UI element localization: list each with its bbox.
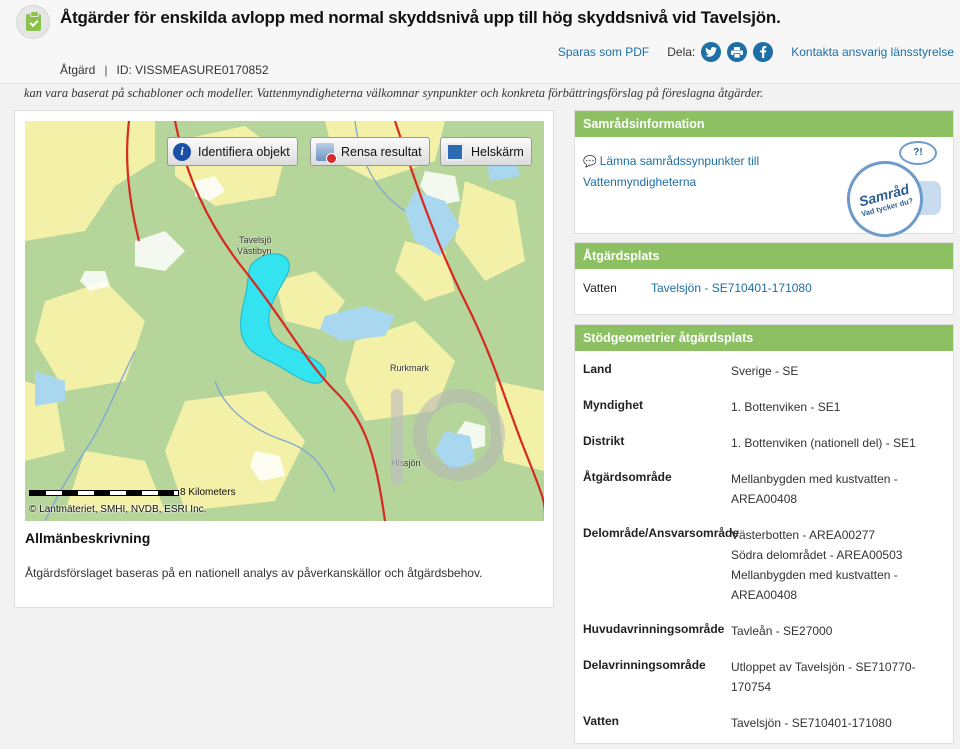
consultation-link[interactable]: 💬 Lämna samrådssynpunkter till Vattenmynd… <box>583 151 803 192</box>
geometry-value-line: AREA00408 <box>731 588 798 602</box>
location-box: Åtgärdsplats Vatten Tavelsjön - SE710401… <box>574 242 954 315</box>
description-title: Allmänbeskrivning <box>25 530 151 546</box>
identify-objects-button[interactable]: i Identifiera objekt <box>167 137 298 166</box>
geometry-value-link[interactable]: Tavelsjön - SE710401-171080 <box>731 713 931 733</box>
clear-results-button[interactable]: Rensa resultat <box>310 137 430 166</box>
geometry-key: Åtgärdsområde <box>583 470 672 484</box>
geometry-value-line: 1. Bottenviken - SE1 <box>731 400 841 414</box>
map-panel: i Identifiera objekt Rensa resultat Hels… <box>14 110 554 608</box>
map-copyright: © Lantmäteriet, SMHI, NVDB, ESRI Inc. <box>29 504 207 515</box>
print-icon[interactable] <box>727 42 748 62</box>
consultation-body: 💬 Lämna samrådssynpunkter till Vattenmynd… <box>575 137 953 246</box>
scale-bar <box>29 490 179 496</box>
geometry-key: Myndighet <box>583 398 643 412</box>
geometry-value-line: AREA00408 <box>731 492 798 506</box>
location-water-link[interactable]: Tavelsjön - SE710401-171080 <box>651 281 812 295</box>
fullscreen-button[interactable]: Helskärm <box>440 137 532 166</box>
intro-text: kan vara baserat på schabloner och model… <box>24 86 764 100</box>
geometry-value-line: Sverige - SE <box>731 364 799 378</box>
identify-objects-label: Identifiera objekt <box>198 144 290 159</box>
geometry-value: Tavleån - SE27000 <box>731 621 931 641</box>
geometry-row-sub-catchment: Delavrinningsområde Utloppet av Tavelsjö… <box>575 657 953 713</box>
zoom-slider[interactable] <box>391 389 403 485</box>
facebook-share-icon[interactable] <box>753 42 774 62</box>
geometry-value: Utloppet av Tavelsjön - SE710770- 170754 <box>731 657 931 697</box>
contact-county-board-link[interactable]: Kontakta ansvarig länsstyrelse <box>791 45 954 59</box>
place-label-tavelsjo: Tavelsjö <box>239 235 272 245</box>
geometry-row-measure-area: Åtgärdsområde Mellanbygden med kustvatte… <box>575 469 953 525</box>
geometry-row-district: Distrikt 1. Bottenviken (nationell del) … <box>575 433 953 469</box>
type-label: Åtgärd <box>60 63 96 77</box>
save-pdf-link[interactable]: Sparas som PDF <box>558 45 649 59</box>
geometry-row-subarea: Delområde/Ansvarsområde Västerbotten - A… <box>575 525 953 621</box>
geometry-header: Stödgeometrier åtgärdsplats <box>575 325 953 351</box>
exclamation-speech-icon: ?! <box>899 141 937 165</box>
geometry-value-line: 170754 <box>731 680 772 694</box>
consultation-link-label: Lämna samrådssynpunkter till Vattenmyndi… <box>583 154 760 189</box>
geometry-value-line: Tavleån - SE27000 <box>731 624 833 638</box>
info-icon: i <box>173 142 191 161</box>
geometry-value-line: Mellanbygden med kustvatten - <box>731 568 898 582</box>
speech-bubble-icon: 💬 <box>583 156 597 168</box>
geometry-value: Västerbotten - AREA00277 Södra delområdet… <box>731 525 931 605</box>
page-title: Åtgärder för enskilda avlopp med normal … <box>60 8 781 27</box>
geometry-key: Vatten <box>583 714 620 728</box>
geometry-key: Land <box>583 362 612 376</box>
geometry-key: Delområde/Ansvarsområde <box>583 526 740 540</box>
geometry-value: 1. Bottenviken - SE1 <box>731 397 931 417</box>
geometry-key: Distrikt <box>583 434 625 448</box>
fullscreen-label: Helskärm <box>471 144 524 159</box>
measure-meta: Åtgärd | ID: VISSMEASURE0170852 <box>60 63 269 77</box>
geometry-box: Stödgeometrier åtgärdsplats Land Sverige… <box>574 324 954 744</box>
measure-id: ID: VISSMEASURE0170852 <box>116 63 269 77</box>
geometry-value-line: Utloppet av Tavelsjön - SE710770- <box>731 660 916 674</box>
consultation-header: Samrådsinformation <box>575 111 953 137</box>
geometry-row-authority: Myndighet 1. Bottenviken - SE1 <box>575 397 953 433</box>
clear-results-icon <box>316 142 337 164</box>
geometry-value-line: Tavelsjön - SE710401-171080 <box>731 716 892 730</box>
geometry-row-main-catchment: Huvudavrinningsområde Tavleån - SE27000 <box>575 621 953 657</box>
share-label: Dela: <box>667 45 696 59</box>
clear-results-label: Rensa resultat <box>341 144 422 159</box>
fullscreen-icon <box>446 142 464 161</box>
measure-clipboard-icon <box>16 5 50 39</box>
map-view[interactable]: i Identifiera objekt Rensa resultat Hels… <box>25 121 544 521</box>
geometry-value-line: Mellanbygden med kustvatten - <box>731 472 898 486</box>
samrad-badge: Samråd Vad tycker du? <box>838 152 932 246</box>
location-header: Åtgärdsplats <box>575 243 953 269</box>
location-row: Vatten Tavelsjön - SE710401-171080 <box>575 269 953 312</box>
consultation-box: Samrådsinformation 💬 Lämna samrådssynpunk… <box>574 110 954 246</box>
place-label-vastibyn: Västibyn <box>237 246 272 256</box>
geometry-value: Sverige - SE <box>731 361 931 381</box>
geometry-row-land: Land Sverige - SE <box>575 361 953 397</box>
geometry-value-line: Västerbotten - AREA00277 <box>731 528 876 542</box>
geometry-row-water: Vatten Tavelsjön - SE710401-171080 <box>575 713 953 749</box>
meta-separator: | <box>104 63 108 77</box>
geometry-value: 1. Bottenviken (nationell del) - SE1 <box>731 433 931 453</box>
geometry-key: Delavrinningsområde <box>583 658 706 672</box>
page-header: Åtgärder för enskilda avlopp med normal … <box>0 0 960 84</box>
place-label-rurkmark: Rurkmark <box>390 363 430 373</box>
twitter-share-icon[interactable] <box>701 42 722 62</box>
geometry-value-line: 1. Bottenviken (nationell del) - SE1 <box>731 436 916 450</box>
pan-navigation-ring[interactable] <box>413 389 505 481</box>
location-key: Vatten <box>583 281 617 295</box>
geometry-key: Huvudavrinningsområde <box>583 622 725 636</box>
scale-label: 8 Kilometers <box>180 487 236 498</box>
header-actions: Sparas som PDF Dela: Kontakta ansvarig l… <box>558 40 954 64</box>
geometry-value-link[interactable]: Mellanbygden med kustvatten - AREA00408 <box>731 469 931 509</box>
description-text: Åtgärdsförslaget baseras på en nationell… <box>25 566 483 580</box>
geometry-value-line: Södra delområdet - AREA00503 <box>731 548 903 562</box>
